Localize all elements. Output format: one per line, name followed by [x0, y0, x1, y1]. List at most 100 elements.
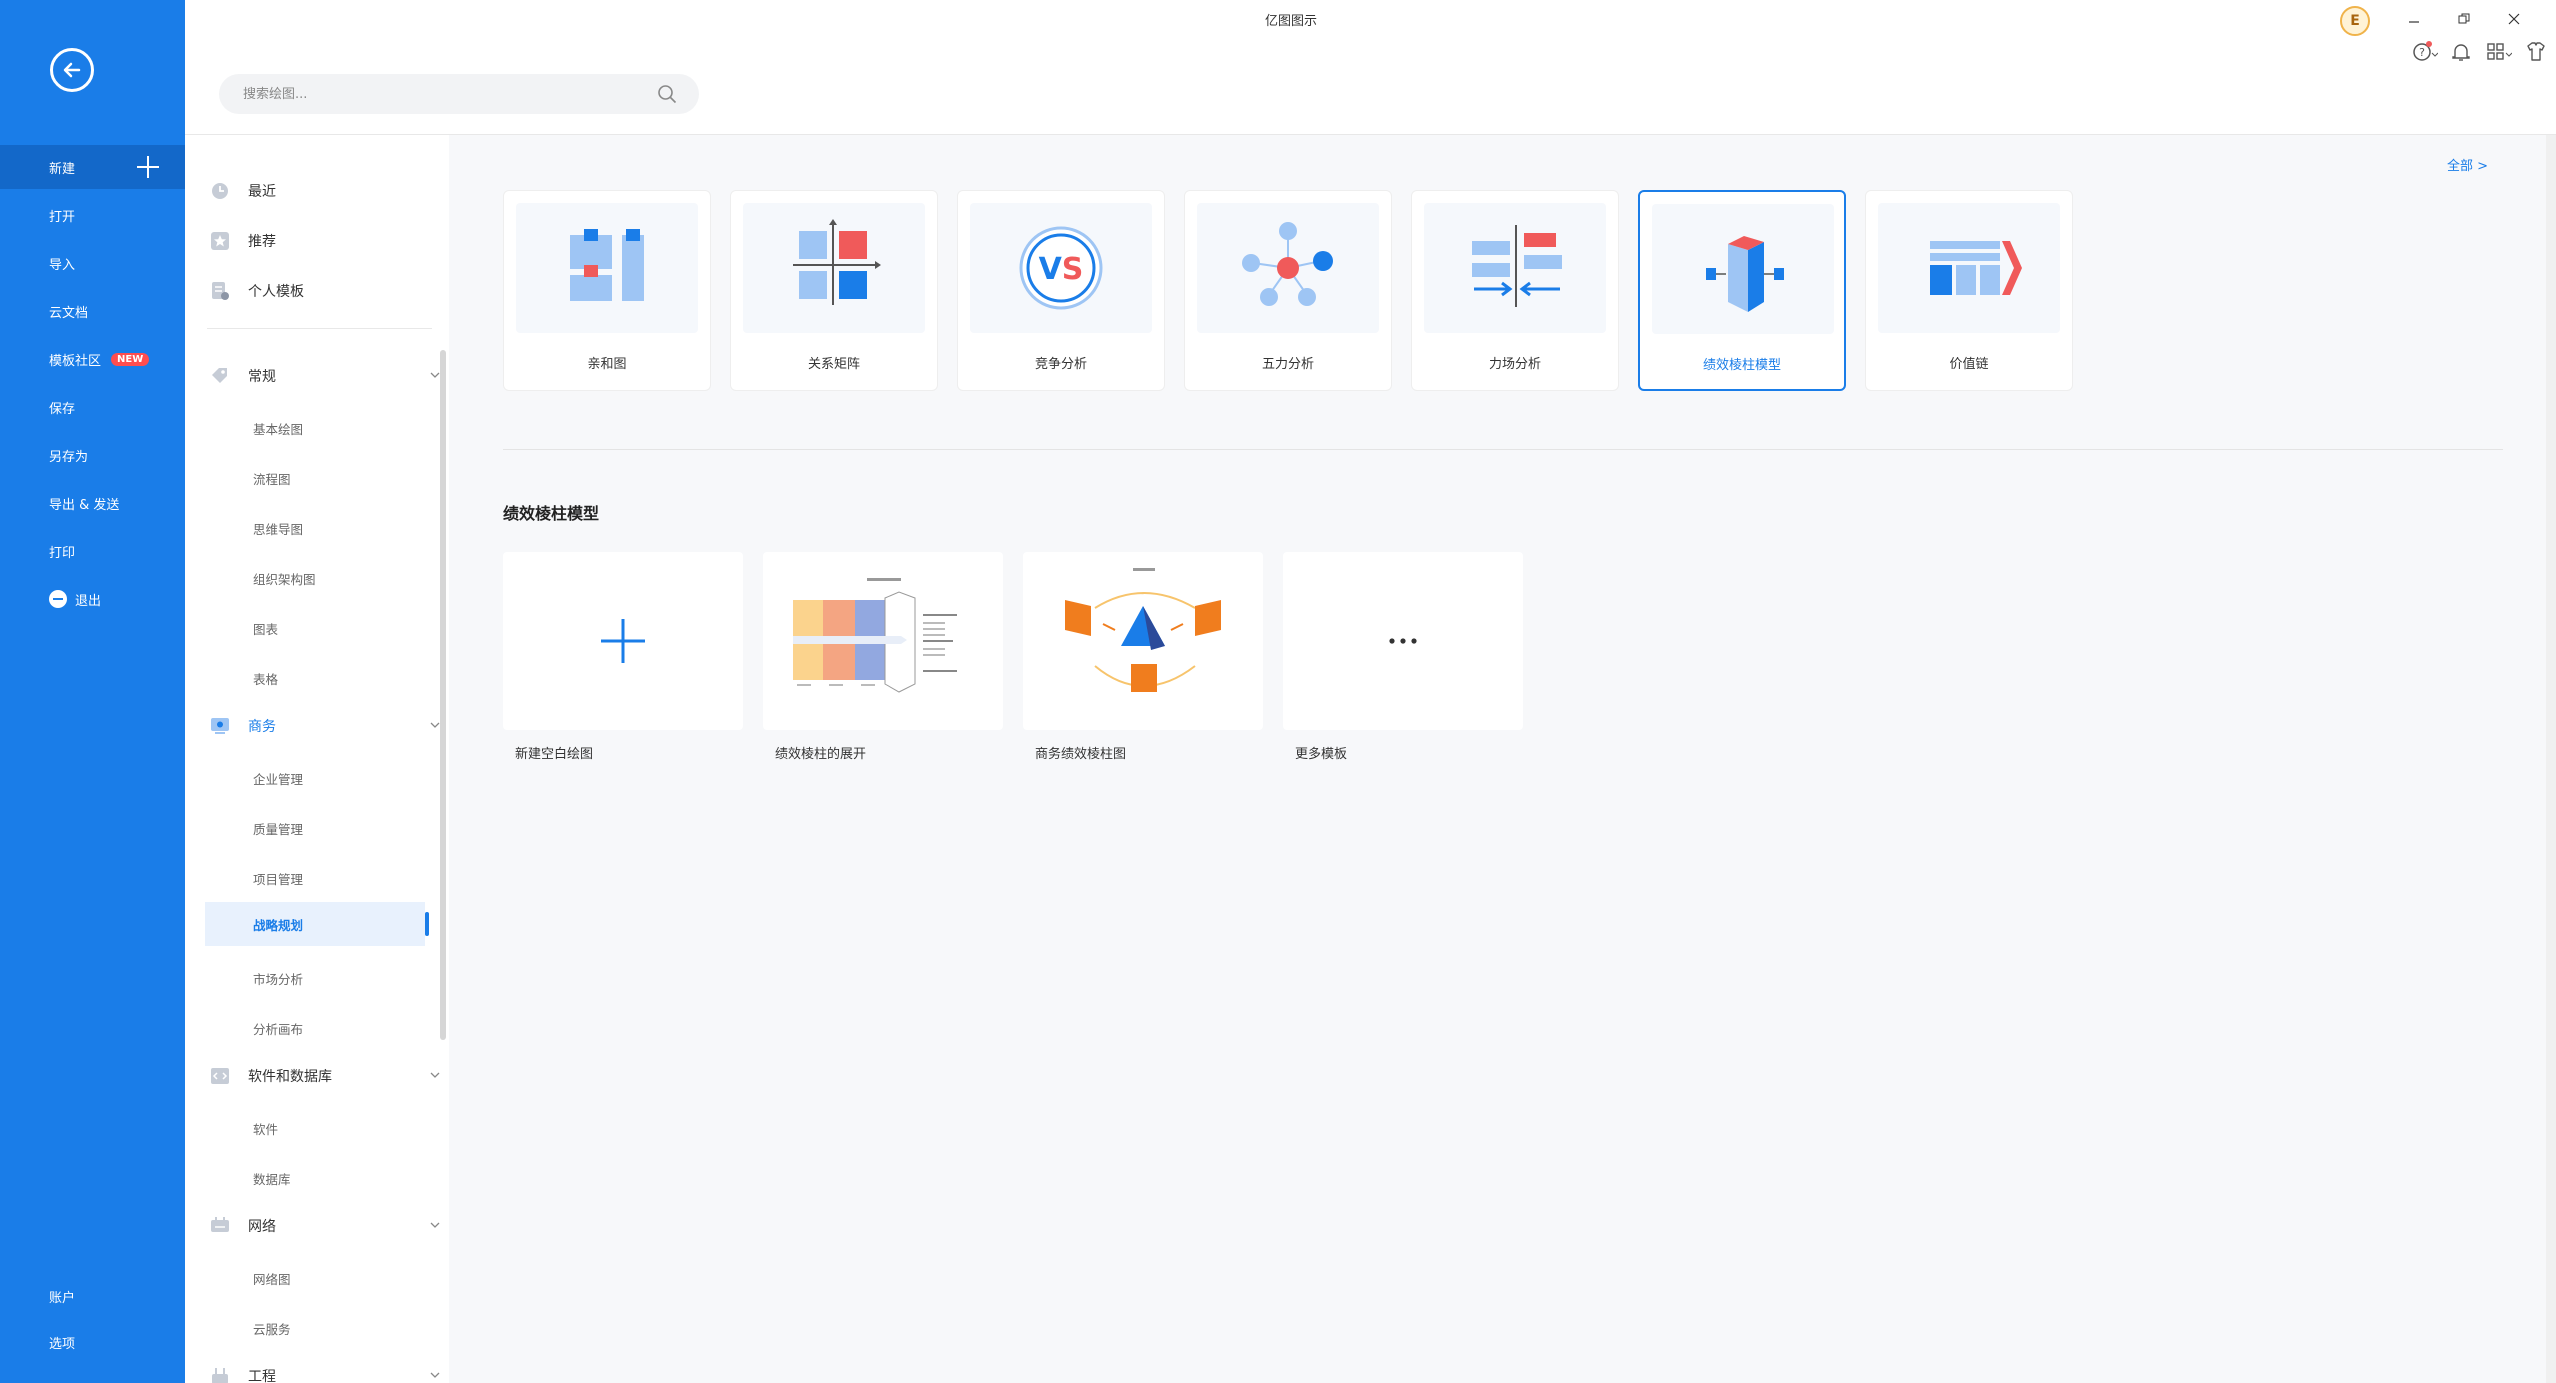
category-label: 绩效棱柱模型	[1702, 358, 1781, 373]
chevron-down-icon[interactable]	[430, 1370, 440, 1380]
category-card-competitive-analysis[interactable]: VS 竞争分析	[957, 190, 1165, 391]
new-badge: NEW	[111, 352, 150, 366]
sidebar-item-network-diagram[interactable]: 网络图	[205, 1256, 425, 1300]
sidebar-item-personal-templates[interactable]: 个人模板	[210, 271, 440, 311]
sidebar-item-basic-drawing[interactable]: 基本绘图	[205, 406, 425, 450]
chevron-down-icon[interactable]	[430, 370, 440, 380]
sidebar-item-software[interactable]: 软件	[205, 1106, 425, 1150]
template-thumbnail	[1065, 568, 1221, 692]
template-prism-expansion[interactable]	[763, 552, 1003, 730]
category-card-relation-matrix[interactable]: 关系矩阵	[730, 190, 938, 391]
minimize-button[interactable]	[2403, 8, 2425, 30]
nav-new[interactable]: 新建	[0, 145, 185, 189]
nav-save-as[interactable]: 另存为	[0, 433, 185, 477]
minimize-icon	[2409, 21, 2419, 23]
close-icon	[2508, 13, 2520, 25]
sidebar-item-flowchart[interactable]: 流程图	[205, 456, 425, 500]
nav-open[interactable]: 打开	[0, 193, 185, 237]
sidebar-item-market-analysis[interactable]: 市场分析	[205, 956, 425, 1000]
nav-account[interactable]: 账户	[0, 1274, 185, 1318]
avatar[interactable]: E	[2340, 6, 2370, 36]
nav-options[interactable]: 选项	[0, 1320, 185, 1364]
sidebar-scrollbar[interactable]	[440, 350, 446, 1040]
nav-open-label: 打开	[49, 209, 76, 225]
template-more[interactable]	[1283, 552, 1523, 730]
category-card-value-chain[interactable]: 价值链	[1865, 190, 2073, 391]
category-label: 亲和图	[587, 357, 627, 372]
restore-icon	[2458, 13, 2470, 24]
nav-cloud-docs[interactable]: 云文档	[0, 289, 185, 333]
shirt-icon[interactable]	[2523, 40, 2549, 64]
main-scrollbar[interactable]	[2546, 135, 2556, 1383]
nav-export-send[interactable]: 导出 & 发送	[0, 481, 185, 525]
nav-exit[interactable]: 退出	[0, 577, 185, 621]
see-all-link[interactable]: 全部 >	[2447, 155, 2488, 174]
sidebar-group-engineering[interactable]: 工程	[210, 1356, 440, 1383]
sidebar-item-cloud-service[interactable]: 云服务	[205, 1306, 425, 1350]
exit-icon	[49, 590, 67, 608]
sidebar-item-project-mgmt[interactable]: 项目管理	[205, 856, 425, 900]
sidebar-item-charts[interactable]: 图表	[205, 606, 425, 650]
nav-options-label: 选项	[49, 1336, 76, 1352]
bell-icon[interactable]	[2448, 40, 2474, 64]
section-title: 绩效棱柱模型	[503, 504, 600, 523]
search-input[interactable]	[241, 85, 641, 103]
apps-grid-icon[interactable]	[2486, 40, 2512, 64]
template-label: 商务绩效棱柱图	[1035, 747, 1127, 762]
chevron-down-icon[interactable]	[430, 1070, 440, 1080]
network-icon	[211, 1217, 229, 1232]
sidebar-group-software-db[interactable]: 软件和数据库	[210, 1056, 440, 1096]
restore-button[interactable]	[2453, 8, 2475, 30]
category-card-five-forces[interactable]: 五力分析	[1184, 190, 1392, 391]
category-card-force-field[interactable]: 力场分析	[1411, 190, 1619, 391]
sidebar-item-recommended[interactable]: 推荐	[210, 221, 440, 261]
sidebar-item-recent-label: 最近	[248, 184, 276, 200]
sidebar-item-strategic-planning[interactable]: 战略规划	[205, 902, 429, 946]
svg-text:VS: VS	[1039, 252, 1084, 287]
more-dots-icon	[1389, 638, 1417, 644]
sidebar-item-label: 基本绘图	[253, 421, 304, 437]
sidebar-group-software-db-label: 软件和数据库	[248, 1069, 332, 1085]
search-icon[interactable]	[657, 84, 677, 104]
nav-print[interactable]: 打印	[0, 529, 185, 573]
sidebar-item-analysis-canvas[interactable]: 分析画布	[205, 1006, 425, 1050]
sidebar-item-database[interactable]: 数据库	[205, 1156, 425, 1200]
arrow-left-icon	[63, 62, 81, 78]
help-icon[interactable]: ?	[2412, 40, 2438, 64]
relation-matrix-icon	[743, 203, 925, 333]
nav-save[interactable]: 保存	[0, 385, 185, 429]
nav-template-community[interactable]: 模板社区 NEW	[0, 337, 185, 381]
sidebar-group-general[interactable]: 常规	[210, 356, 440, 396]
sidebar-group-business[interactable]: 商务	[210, 706, 440, 746]
category-card-performance-prism[interactable]: 绩效棱柱模型	[1638, 190, 1846, 391]
template-new-blank[interactable]	[503, 552, 743, 730]
file-nav: 新建 打开 导入 云文档 模板社区 NEW 保存 另存为 导出 & 发送 打印 …	[0, 0, 185, 1383]
nav-import[interactable]: 导入	[0, 241, 185, 285]
sidebar-divider	[207, 328, 432, 329]
sidebar-group-network[interactable]: 网络	[210, 1206, 440, 1246]
avatar-letter: E	[2350, 13, 2360, 29]
template-label: 新建空白绘图	[515, 747, 594, 762]
template-business-prism[interactable]	[1023, 552, 1263, 730]
sidebar-item-org-chart[interactable]: 组织架构图	[205, 556, 425, 600]
nav-account-label: 账户	[49, 1290, 76, 1306]
personal-template-icon	[212, 282, 229, 300]
back-button[interactable]	[50, 48, 94, 92]
sidebar-item-enterprise-mgmt[interactable]: 企业管理	[205, 756, 425, 800]
nav-exit-label: 退出	[75, 593, 102, 609]
chevron-down-icon[interactable]	[430, 720, 440, 730]
sidebar-item-label: 质量管理	[253, 821, 304, 837]
sidebar-item-recent[interactable]: 最近	[210, 171, 440, 211]
five-forces-icon	[1197, 203, 1379, 333]
category-card-affinity[interactable]: 亲和图	[503, 190, 711, 391]
plus-icon[interactable]	[135, 154, 161, 180]
close-button[interactable]	[2503, 8, 2525, 30]
chevron-down-icon[interactable]	[430, 1220, 440, 1230]
sidebar-item-tables[interactable]: 表格	[205, 656, 425, 700]
sidebar-item-mindmap[interactable]: 思维导图	[205, 506, 425, 550]
category-label: 关系矩阵	[807, 357, 860, 372]
template-label: 绩效棱柱的展开	[775, 747, 867, 762]
search-box[interactable]	[219, 74, 699, 114]
sidebar-item-label: 思维导图	[253, 521, 304, 537]
sidebar-item-quality-mgmt[interactable]: 质量管理	[205, 806, 425, 850]
